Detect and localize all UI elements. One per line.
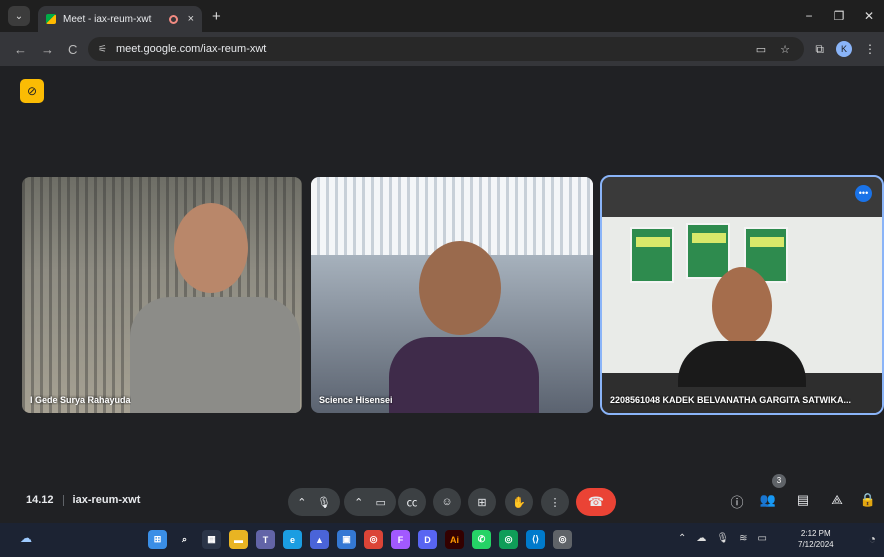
- vscode-icon[interactable]: ⟨⟩: [526, 530, 545, 549]
- participant-name: 2208561048 KADEK BELVANATHA GARGITA SATW…: [610, 395, 852, 405]
- emoji-icon: ☺: [441, 496, 453, 508]
- microphone-control[interactable]: ⌃ 🎙: [288, 488, 340, 516]
- taskbar-clock[interactable]: 2:12 PM 7/12/2024: [798, 528, 834, 550]
- browser-tab-bar: ⌄ Meet - iax-reum-xwt × + − ❐ ✕: [0, 0, 884, 32]
- participant-video: [174, 203, 248, 293]
- microphone-tray-icon[interactable]: 🎙: [716, 533, 729, 544]
- discord-icon[interactable]: D: [418, 530, 437, 549]
- participant-tile-1[interactable]: I Gede Surya Rahayuda: [22, 177, 302, 413]
- clock-time: 2:12 PM: [800, 529, 831, 538]
- widgets-icon[interactable]: ☁: [20, 531, 38, 549]
- address-toolbar: ← → C ⚟ meet.google.com/iax-reum-xwt ▭ ☆…: [0, 32, 884, 66]
- video-options-chevron-icon[interactable]: ⌃: [354, 496, 363, 509]
- illustrator-icon[interactable]: Ai: [445, 530, 464, 549]
- people-icon[interactable]: 👥: [758, 492, 778, 508]
- search-icon[interactable]: ⌕: [175, 530, 194, 549]
- taskview-icon[interactable]: ▦: [202, 530, 221, 549]
- meet-control-bar: 14.12 iax-reum-xwt ⌃ 🎙 ⌃ ▭ ㏄ ☺ ⊞ ✋ ⋮ ☎ ⓘ …: [0, 474, 884, 523]
- participant-video: [712, 267, 772, 345]
- forward-icon[interactable]: →: [41, 42, 54, 57]
- chrome-dev-icon[interactable]: ◎: [553, 530, 572, 549]
- browser-menu-icon[interactable]: ⋮: [864, 42, 876, 56]
- leave-call-button[interactable]: ☎: [576, 488, 616, 516]
- figma-icon[interactable]: F: [391, 530, 410, 549]
- onedrive-icon[interactable]: ☁: [696, 533, 706, 544]
- minimize-button[interactable]: −: [794, 9, 824, 23]
- cast-icon[interactable]: ▭: [756, 43, 766, 56]
- windows-start-icon[interactable]: ⊞: [148, 530, 167, 549]
- participant-more-options-icon[interactable]: •••: [855, 185, 872, 202]
- show-hidden-icons-icon[interactable]: ⌃: [678, 533, 686, 544]
- participant-name: I Gede Surya Rahayuda: [30, 395, 131, 405]
- camera-off-notice-icon[interactable]: ⊘: [20, 79, 44, 103]
- poster: [686, 223, 730, 279]
- meeting-time: 14.12: [26, 494, 54, 506]
- participant-name: Science Hisensei: [319, 395, 393, 405]
- teams-icon[interactable]: T: [256, 530, 275, 549]
- browser-tools: ⧉ K ⋮: [815, 32, 876, 66]
- notification-icon[interactable]: ◔: [869, 532, 876, 546]
- meeting-info-icon[interactable]: ⓘ: [727, 492, 747, 511]
- site-info-icon[interactable]: ⚟: [98, 44, 107, 55]
- host-controls-icon[interactable]: 🔒: [858, 492, 878, 508]
- recording-indicator-icon: [168, 14, 178, 24]
- tab-search-icon[interactable]: ⌄: [8, 6, 30, 26]
- url-bar[interactable]: ⚟ meet.google.com/iax-reum-xwt ▭ ☆: [88, 37, 804, 61]
- photos-icon[interactable]: ▲: [310, 530, 329, 549]
- more-options-button[interactable]: ⋮: [541, 488, 569, 516]
- raise-hand-button[interactable]: ✋: [505, 488, 533, 516]
- poster: [630, 227, 674, 283]
- store-icon[interactable]: ▣: [337, 530, 356, 549]
- audio-options-chevron-icon[interactable]: ⌃: [297, 496, 306, 509]
- meeting-code: iax-reum-xwt: [72, 494, 141, 506]
- edge-icon[interactable]: e: [283, 530, 302, 549]
- present-screen-icon: ⊞: [477, 496, 487, 509]
- participant-video: [419, 241, 501, 335]
- restore-button[interactable]: ❐: [824, 9, 854, 23]
- tab-meet[interactable]: Meet - iax-reum-xwt ×: [38, 6, 202, 32]
- camera-control[interactable]: ⌃ ▭: [344, 488, 396, 516]
- hand-icon: ✋: [512, 496, 526, 509]
- window-controls: − ❐ ✕: [794, 0, 884, 32]
- chrome-active-icon[interactable]: ◎: [499, 530, 518, 549]
- meeting-details: 14.12 iax-reum-xwt: [26, 494, 140, 506]
- battery-icon[interactable]: ▭: [757, 533, 766, 544]
- whatsapp-icon[interactable]: ✆: [472, 530, 491, 549]
- file-explorer-icon[interactable]: ▬: [229, 530, 248, 549]
- tab-close-icon[interactable]: ×: [188, 13, 194, 25]
- reactions-button[interactable]: ☺: [433, 488, 461, 516]
- more-vert-icon: ⋮: [549, 496, 561, 509]
- end-call-icon: ☎: [587, 494, 605, 509]
- meet-favicon-icon: [46, 14, 56, 24]
- participant-tile-3[interactable]: ••• 2208561048 KADEK BELVANATHA GARGITA …: [600, 175, 884, 415]
- bookmark-star-icon[interactable]: ☆: [780, 43, 790, 56]
- camera-icon[interactable]: ▭: [376, 496, 386, 509]
- profile-avatar[interactable]: K: [836, 41, 852, 57]
- system-tray: ⌃ ☁ 🎙 ≋ ▭: [678, 533, 767, 544]
- close-window-button[interactable]: ✕: [854, 9, 884, 23]
- tab-title: Meet - iax-reum-xwt: [63, 13, 152, 25]
- wifi-icon[interactable]: ≋: [739, 533, 747, 544]
- chrome-icon[interactable]: ◎: [364, 530, 383, 549]
- people-count-badge: 3: [772, 474, 786, 488]
- new-tab-button[interactable]: +: [212, 8, 221, 25]
- captions-button[interactable]: ㏄: [398, 488, 426, 516]
- present-button[interactable]: ⊞: [468, 488, 496, 516]
- captions-icon: ㏄: [406, 497, 418, 509]
- clock-date: 7/12/2024: [798, 540, 834, 549]
- back-icon[interactable]: ←: [14, 42, 27, 57]
- microphone-icon[interactable]: 🎙: [317, 496, 331, 509]
- reload-icon[interactable]: C: [68, 42, 77, 57]
- activities-icon[interactable]: ⟁: [827, 492, 847, 508]
- url-text: meet.google.com/iax-reum-xwt: [115, 43, 267, 55]
- meet-stage: ⊘ I Gede Surya Rahayuda Science Hisensei…: [0, 66, 884, 523]
- participant-tile-2[interactable]: Science Hisensei: [311, 177, 593, 413]
- extensions-icon[interactable]: ⧉: [815, 42, 824, 57]
- windows-taskbar: ☁ ⊞ ⌕ ▦ ▬ T e ▲ ▣ ◎ F D Ai ✆ ◎ ⟨⟩ ◎ ⌃ ☁ …: [0, 523, 884, 557]
- chat-icon[interactable]: ▤: [793, 492, 813, 508]
- taskbar-apps: ⊞ ⌕ ▦ ▬ T e ▲ ▣ ◎ F D Ai ✆ ◎ ⟨⟩ ◎: [148, 530, 572, 549]
